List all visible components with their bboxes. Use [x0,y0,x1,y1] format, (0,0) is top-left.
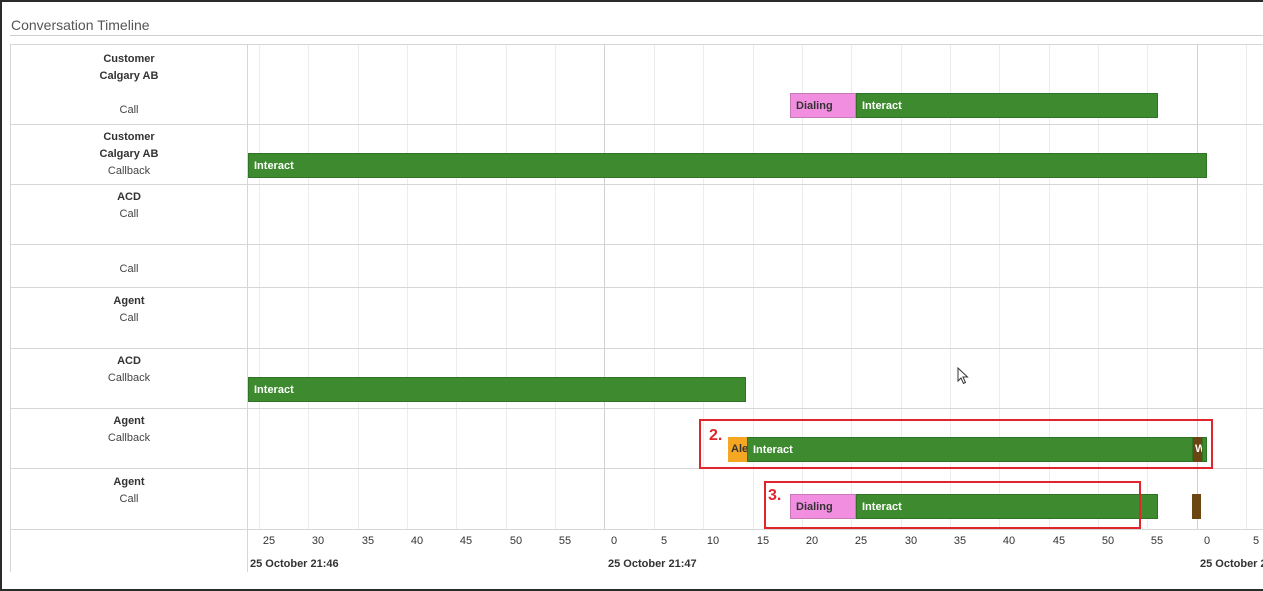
segment-interact[interactable]: Interact [856,93,1158,118]
axis-date-label: 25 October 2 [1200,558,1263,570]
row-label-agent-call-2: Agent Call [11,474,247,507]
row-participant [11,253,247,261]
conversation-timeline-panel: Conversation Timeline Customer Calgary A… [2,2,1263,589]
axis-tick-label: 50 [509,535,523,547]
row-media-type: Callback [107,432,151,444]
row-label-acd-callback: ACD Callback [11,353,247,386]
row-media-type: Callback [107,165,151,177]
row-participant: Agent [113,295,145,307]
annotation-number-2: 2. [709,427,723,444]
row-divider [11,184,1263,185]
segment-interact[interactable]: Interact [248,153,1207,178]
row-divider [11,124,1263,125]
axis-tick-label: 0 [610,535,618,547]
row-location: Calgary AB [99,70,159,82]
row-participant: Agent [113,415,145,427]
segment-wrapup[interactable] [1192,494,1201,519]
axis-tick-label: 55 [558,535,572,547]
annotation-number-3: 3. [768,487,782,504]
axis-tick-label: 35 [361,535,375,547]
row-media-type: Call [119,263,139,275]
highlight-box-3 [764,481,1141,529]
axis-tick-label: 25 [262,535,276,547]
row-media-type: Call [119,493,139,505]
axis-tick-label: 30 [904,535,918,547]
axis-tick-label: 5 [1252,535,1260,547]
row-media-type: Call [119,312,139,324]
highlight-box-2 [699,419,1213,469]
axis-tick-label: 50 [1101,535,1115,547]
axis-tick-label: 5 [660,535,668,547]
mouse-cursor-icon [957,367,969,385]
axis-tick-label: 45 [459,535,473,547]
panel-title: Conversation Timeline [11,17,150,33]
row-participant: Customer [103,53,155,65]
axis-tick-label: 45 [1052,535,1066,547]
row-label-call: Call [11,253,247,277]
axis-tick-label: 25 [854,535,868,547]
row-divider [11,408,1263,409]
segment-interact[interactable]: Interact [248,377,746,402]
axis-tick-label: 55 [1150,535,1164,547]
row-label-customer-callback: Customer Calgary AB Callback [11,129,247,179]
axis-tick-label: 15 [756,535,770,547]
title-divider [10,35,1263,36]
row-participant: Customer [103,131,155,143]
axis-tick-label: 40 [1002,535,1016,547]
segment-dialing[interactable]: Dialing [790,93,856,118]
axis-tick-label: 30 [311,535,325,547]
axis-tick-label: 35 [953,535,967,547]
row-label-acd-call: ACD Call [11,189,247,222]
row-label-customer-call: Customer Calgary AB Call [11,51,247,118]
row-divider [11,348,1263,349]
row-participant: Agent [113,476,145,488]
row-divider [11,529,1263,530]
row-participant: ACD [117,191,141,203]
row-label-agent-callback: Agent Callback [11,413,247,446]
axis-date-label: 25 October 21:46 [250,558,339,570]
row-media-type: Call [119,208,139,220]
row-divider [11,244,1263,245]
row-media-type: Call [119,104,139,116]
row-location: Calgary AB [99,148,159,160]
axis-tick-label: 10 [706,535,720,547]
axis-tick-label: 40 [410,535,424,547]
axis-tick-label: 20 [805,535,819,547]
axis-tick-label: 0 [1203,535,1211,547]
row-media-type: Callback [107,372,151,384]
row-divider [11,287,1263,288]
row-participant: ACD [117,355,141,367]
row-label-agent-call: Agent Call [11,293,247,326]
axis-date-label: 25 October 21:47 [608,558,697,570]
